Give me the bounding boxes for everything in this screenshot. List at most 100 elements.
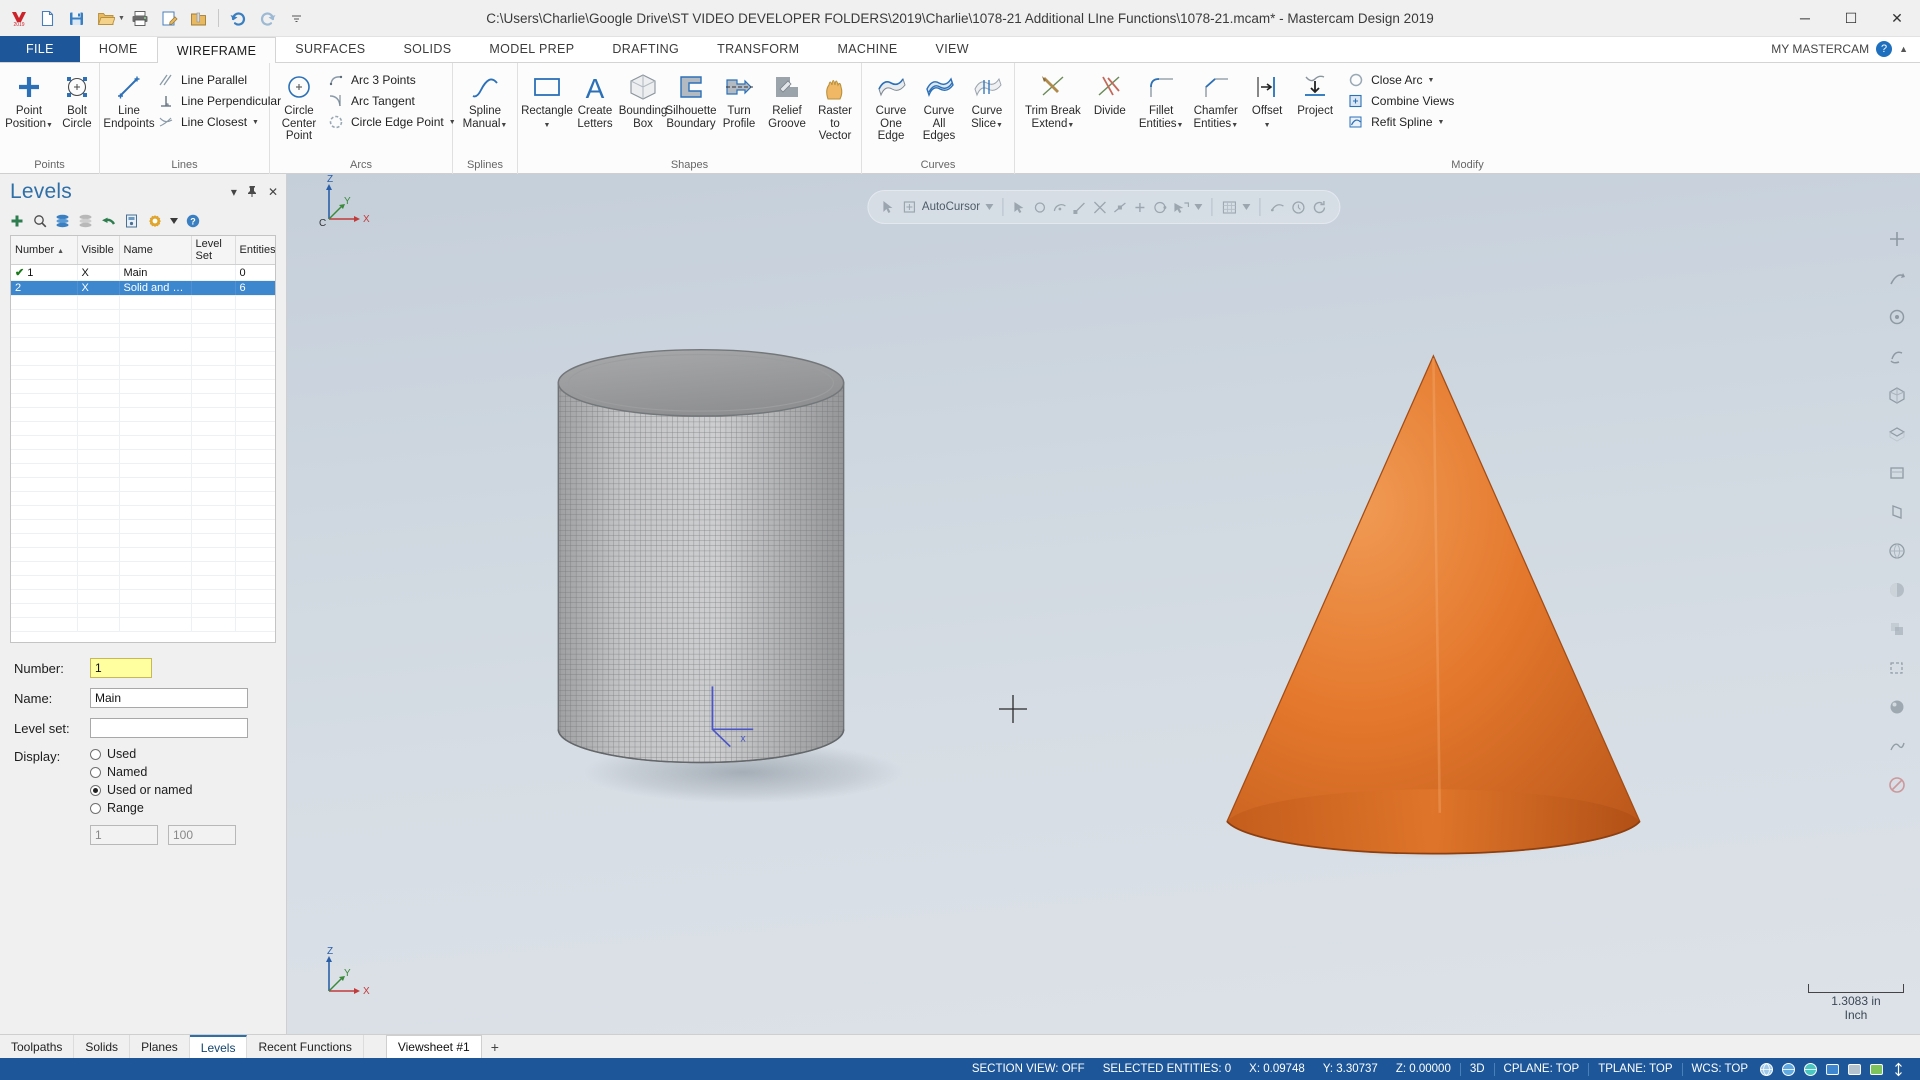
- tab-solids[interactable]: SOLIDS: [384, 36, 470, 62]
- tab-transform[interactable]: TRANSFORM: [698, 36, 818, 62]
- cell-visible[interactable]: X: [77, 280, 120, 296]
- circle-center-point-button[interactable]: Circle Center Point: [275, 67, 323, 146]
- table-row[interactable]: ✔ 1 X Main 0: [11, 264, 275, 281]
- table-row[interactable]: [11, 379, 275, 394]
- customize-qat-icon[interactable]: [283, 5, 310, 32]
- circle-edge-point-button[interactable]: Circle Edge Point ▼: [323, 112, 462, 132]
- column-header-visible[interactable]: Visible: [77, 236, 120, 265]
- help-icon[interactable]: ?: [1876, 41, 1893, 57]
- radio-named[interactable]: Named: [90, 765, 236, 779]
- add-viewsheet-button[interactable]: +: [482, 1035, 508, 1058]
- help-circle-icon[interactable]: ?: [184, 213, 201, 230]
- blank-entity-icon[interactable]: [1882, 770, 1912, 800]
- top-view-icon[interactable]: [1882, 419, 1912, 449]
- table-row[interactable]: [11, 393, 275, 408]
- bolt-circle-button[interactable]: Bolt Circle: [53, 67, 101, 133]
- tab-drafting[interactable]: DRAFTING: [593, 36, 698, 62]
- viewsheet-tab[interactable]: Viewsheet #1: [385, 1035, 482, 1058]
- table-row[interactable]: [11, 533, 275, 548]
- dynamic-rotate-icon[interactable]: [1882, 341, 1912, 371]
- range-to-input[interactable]: [168, 825, 236, 845]
- curve-one-edge-button[interactable]: Curve One Edge: [867, 67, 915, 146]
- close-arc-button[interactable]: Close Arc ▼: [1343, 70, 1460, 90]
- level-set-input[interactable]: [90, 718, 248, 738]
- project-button[interactable]: Project: [1291, 67, 1339, 121]
- arc-3-points-button[interactable]: Arc 3 Points: [323, 70, 462, 90]
- table-row[interactable]: [11, 309, 275, 324]
- panel-close-icon[interactable]: ✕: [268, 185, 278, 199]
- zoom-window-icon[interactable]: [1882, 263, 1912, 293]
- find-level-icon[interactable]: [31, 213, 48, 230]
- right-view-icon[interactable]: [1882, 497, 1912, 527]
- radio-range[interactable]: Range: [90, 801, 236, 815]
- table-row[interactable]: [11, 603, 275, 618]
- table-row[interactable]: [11, 589, 275, 604]
- combine-views-button[interactable]: Combine Views: [1343, 91, 1460, 111]
- maximize-button[interactable]: ☐: [1828, 0, 1874, 37]
- tab-recent-functions[interactable]: Recent Functions: [247, 1035, 364, 1058]
- print-icon[interactable]: [127, 5, 154, 32]
- chamfer-entities-button[interactable]: Chamfer Entities▼: [1188, 67, 1243, 133]
- tab-home[interactable]: HOME: [80, 36, 157, 62]
- divide-button[interactable]: Divide: [1086, 67, 1134, 121]
- redo-icon[interactable]: [254, 5, 281, 32]
- close-button[interactable]: ✕: [1874, 0, 1920, 37]
- bounding-box-button[interactable]: Bounding Box: [619, 67, 667, 133]
- isometric-view-icon[interactable]: [1882, 380, 1912, 410]
- status-cplane[interactable]: CPLANE: TOP: [1495, 1063, 1589, 1075]
- open-folder-icon[interactable]: [92, 5, 119, 32]
- settings-caret-icon[interactable]: [169, 213, 178, 230]
- hide-levels-icon[interactable]: [77, 213, 94, 230]
- spline-manual-button[interactable]: Spline Manual▼: [458, 67, 512, 133]
- add-level-icon[interactable]: [8, 213, 25, 230]
- tab-planes[interactable]: Planes: [130, 1035, 190, 1058]
- table-row[interactable]: [11, 463, 275, 478]
- material-icon[interactable]: [1882, 692, 1912, 722]
- table-row[interactable]: [11, 575, 275, 590]
- table-row[interactable]: [11, 351, 275, 366]
- hidden-lines-icon[interactable]: [1882, 653, 1912, 683]
- close-arc-caret[interactable]: ▼: [1427, 77, 1434, 84]
- new-file-icon[interactable]: [34, 5, 61, 32]
- table-row[interactable]: [11, 337, 275, 352]
- wireframe-shading-icon[interactable]: [1882, 536, 1912, 566]
- table-row[interactable]: [11, 421, 275, 436]
- tab-wireframe[interactable]: WIREFRAME: [156, 37, 277, 63]
- zoom-target-icon[interactable]: [1882, 302, 1912, 332]
- display-blue-icon[interactable]: [1823, 1060, 1842, 1079]
- raster-to-vector-button[interactable]: Raster to Vector: [811, 67, 859, 146]
- column-header-name[interactable]: Name: [119, 236, 192, 265]
- tab-model-prep[interactable]: MODEL PREP: [470, 36, 593, 62]
- cell-visible[interactable]: X: [77, 264, 120, 281]
- silhouette-boundary-button[interactable]: Silhouette Boundary: [665, 67, 717, 133]
- number-input[interactable]: [90, 658, 152, 678]
- table-row[interactable]: [11, 519, 275, 534]
- shaded-view-icon[interactable]: [1882, 575, 1912, 605]
- table-row[interactable]: [11, 547, 275, 562]
- table-row[interactable]: [11, 477, 275, 492]
- table-row[interactable]: [11, 449, 275, 464]
- line-endpoints-button[interactable]: Line Endpoints: [103, 67, 155, 133]
- tab-levels[interactable]: Levels: [189, 1035, 248, 1058]
- name-input[interactable]: [90, 688, 248, 708]
- display-green-icon[interactable]: [1867, 1060, 1886, 1079]
- trim-break-extend-button[interactable]: Trim Break Extend▼: [1020, 67, 1086, 133]
- table-row[interactable]: [11, 323, 275, 338]
- arc-tangent-button[interactable]: Arc Tangent: [323, 91, 462, 111]
- relief-groove-button[interactable]: Relief Groove: [763, 67, 811, 133]
- line-closest-button[interactable]: Line Closest ▼: [153, 112, 287, 132]
- level-options-icon[interactable]: [123, 213, 140, 230]
- save-icon[interactable]: [63, 5, 90, 32]
- offset-button[interactable]: Offset ▼: [1243, 67, 1291, 133]
- curve-all-edges-button[interactable]: Curve All Edges: [915, 67, 963, 146]
- rectangle-button[interactable]: Rectangle ▼: [521, 67, 573, 133]
- tab-solids[interactable]: Solids: [74, 1035, 131, 1058]
- status-3d-toggle[interactable]: 3D: [1461, 1063, 1494, 1075]
- my-mastercam-label[interactable]: MY MASTERCAM: [1771, 42, 1869, 56]
- settings-gear-icon[interactable]: [146, 213, 163, 230]
- line-parallel-button[interactable]: Line Parallel: [153, 70, 287, 90]
- panel-dropdown-icon[interactable]: ▾: [231, 185, 237, 199]
- status-wcs[interactable]: WCS: TOP: [1683, 1063, 1757, 1075]
- radio-used-or-named[interactable]: Used or named: [90, 783, 236, 797]
- globe-blue-icon[interactable]: [1779, 1060, 1798, 1079]
